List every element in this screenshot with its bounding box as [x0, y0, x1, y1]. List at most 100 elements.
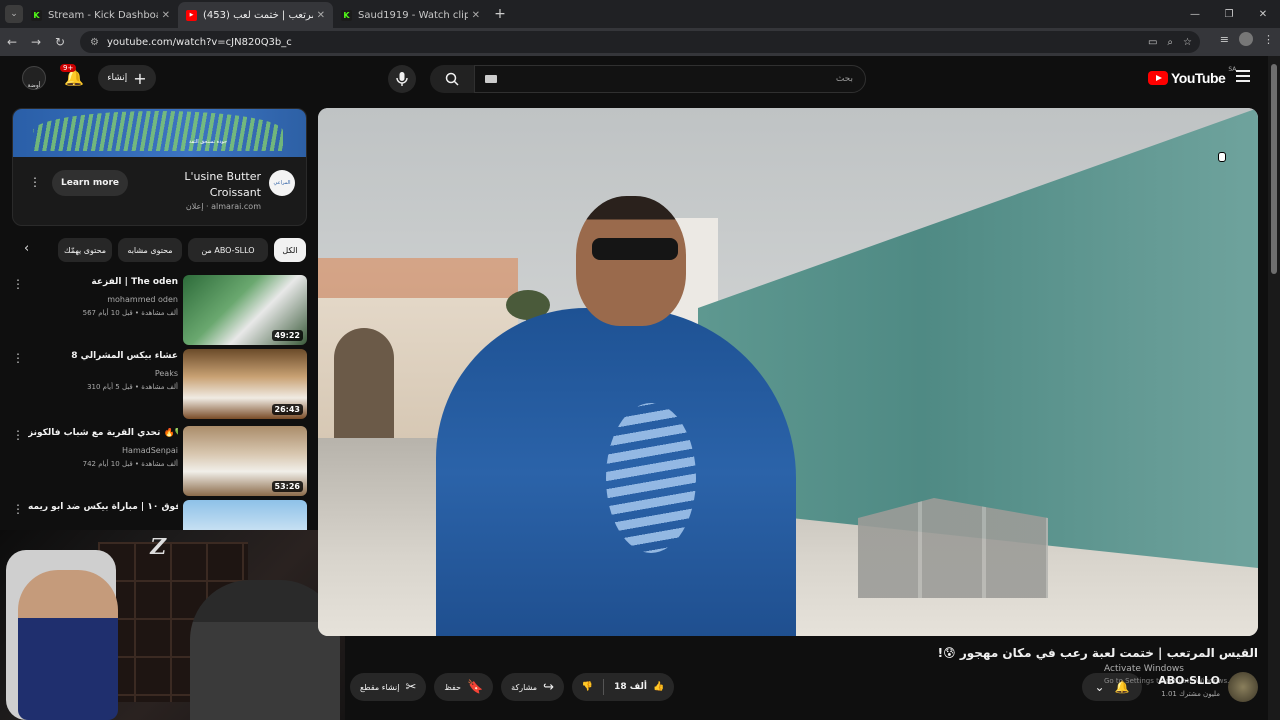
video-actions: إنشاء مقطع ✂ حفظ 🔖 مشاركة ↪ 👎 18 ألف 👍 — [350, 673, 675, 701]
site-info-icon[interactable]: ⚙ — [90, 37, 99, 48]
ad-menu-icon[interactable]: ⋮ — [29, 175, 41, 189]
close-icon[interactable]: ✕ — [162, 10, 170, 21]
mic-icon — [396, 72, 408, 86]
create-button[interactable]: إنشاء + — [98, 65, 156, 91]
ad-advertiser-logo[interactable]: المراعي — [269, 170, 295, 196]
video-title[interactable]: تحدي القرية مع شباب فالكونز 🔥💚 — [28, 428, 178, 438]
search-button[interactable] — [430, 65, 474, 93]
address-bar[interactable]: ⚙ youtube.com/watch?v=cJN820Q3b_c ▭ ⌕ ☆ — [80, 31, 1200, 53]
tab-search-button[interactable]: ⌄ — [5, 5, 23, 23]
channel-name[interactable]: HamadSenpai — [28, 446, 178, 455]
list-item[interactable]: ⋮ الفزعة | The oden mohammed oden 567 أل… — [8, 275, 308, 345]
video-thumbnail[interactable]: 26:43 — [183, 349, 307, 419]
ad-card[interactable]: جودة تستحق الثقة ⋮ Learn more L'usine Bu… — [12, 108, 307, 226]
like-count: 18 ألف — [614, 682, 647, 692]
search-placeholder: بحث — [835, 74, 853, 84]
youtube-logo[interactable]: YouTube SA — [1148, 66, 1236, 86]
more-icon[interactable]: ⋮ — [12, 277, 24, 291]
account-avatar-label: أوضة — [27, 82, 41, 89]
ad-banner-graphic — [33, 111, 283, 151]
profile-avatar[interactable] — [1239, 32, 1253, 46]
ad-title[interactable]: L'usine Butter Croissant — [153, 169, 261, 201]
thumbs-up-icon: 👍 — [652, 682, 665, 692]
window-controls: — ❐ ✕ — [1178, 0, 1280, 28]
chevron-left-icon[interactable]: ‹ — [24, 241, 29, 256]
new-tab-button[interactable]: + — [488, 6, 512, 22]
save-label: حفظ — [444, 682, 461, 692]
bookmark-star-icon[interactable]: ☆ — [1183, 37, 1192, 48]
channel-name[interactable]: Peaks — [28, 369, 178, 378]
search-icon — [445, 72, 459, 86]
reload-icon[interactable]: ↻ — [48, 35, 72, 49]
tab-youtube-video[interactable]: ▶ (453) القيس المرتعب | ختمت لعب ✕ — [178, 2, 333, 28]
tab-title: Stream - Kick Dashboard — [48, 9, 158, 21]
tab-title: (453) القيس المرتعب | ختمت لعب — [203, 9, 313, 21]
learn-more-button[interactable]: Learn more — [52, 170, 128, 196]
voice-search-button[interactable] — [388, 65, 416, 93]
zoom-icon[interactable]: ⌕ — [1167, 37, 1173, 48]
video-title[interactable]: الفزعة | The oden — [28, 277, 178, 287]
chip-all[interactable]: الكل — [274, 238, 306, 262]
tab-kick-dashboard[interactable]: K Stream - Kick Dashboard ✕ — [23, 2, 178, 28]
video-player[interactable] — [318, 108, 1258, 636]
video-title[interactable]: عشاء بيكس المشرالي 8 — [28, 351, 178, 361]
filter-chips: ‹ محتوى يهمّك محتوى مشابه من ABO-SLLO ال… — [18, 238, 308, 262]
keyboard-icon[interactable] — [485, 75, 497, 83]
more-icon[interactable]: ⋮ — [12, 351, 24, 365]
share-button[interactable]: مشاركة ↪ — [501, 673, 564, 701]
close-window-icon[interactable]: ✕ — [1246, 9, 1280, 20]
duration-badge: 49:22 — [271, 330, 303, 341]
page-scrollbar[interactable] — [1268, 56, 1280, 720]
video-frame-glasses — [592, 238, 678, 260]
tab-kick-clips[interactable]: K Saud1919 - Watch clips on Kick ✕ — [333, 2, 488, 28]
more-icon[interactable]: ⋮ — [12, 428, 24, 442]
channel-name[interactable]: mohammed oden — [28, 295, 178, 304]
minimize-icon[interactable]: — — [1178, 9, 1212, 20]
logo-text: YouTube — [1171, 70, 1226, 86]
browser-toolbar: ← → ↻ ⚙ youtube.com/watch?v=cJN820Q3b_c … — [0, 28, 1280, 56]
media-controls-icon[interactable]: ≡ — [1220, 33, 1229, 46]
video-thumbnail[interactable]: 49:22 — [183, 275, 307, 345]
video-title: القيس المرتعب | ختمت لعبة رعب في مكان مه… — [937, 646, 1258, 660]
forward-icon[interactable]: → — [24, 35, 48, 49]
scrollbar-thumb[interactable] — [1271, 64, 1277, 274]
video-frame-blocks — [858, 498, 1048, 598]
share-label: مشاركة — [511, 682, 537, 692]
channel-avatar[interactable] — [1228, 672, 1258, 702]
video-title[interactable]: فوق ١٠ | مباراة بيكس ضد ابو ريمه ⚽ — [28, 502, 178, 512]
cast-icon[interactable]: ▭ — [1148, 37, 1157, 48]
ad-banner[interactable]: جودة تستحق الثقة — [13, 109, 306, 157]
tab-title: Saud1919 - Watch clips on Kick — [358, 9, 468, 21]
chip-relevant[interactable]: محتوى يهمّك — [58, 238, 112, 262]
hamburger-menu-icon[interactable] — [1236, 70, 1250, 82]
ad-logo-text: المراعي — [273, 180, 291, 186]
plus-icon: + — [133, 68, 147, 88]
back-icon[interactable]: ← — [0, 35, 24, 49]
duration-badge: 53:26 — [271, 481, 303, 492]
save-button[interactable]: حفظ 🔖 — [434, 673, 494, 701]
close-icon[interactable]: ✕ — [472, 10, 480, 21]
webcam-overlay: Z — [0, 530, 345, 720]
chip-similar[interactable]: محتوى مشابه — [118, 238, 182, 262]
youtube-header: أوضة 🔔 9+ إنشاء + بحث YouTube SA — [0, 56, 1268, 102]
clip-button[interactable]: إنشاء مقطع ✂ — [350, 673, 427, 701]
mouse-cursor — [1218, 152, 1226, 162]
kick-icon: K — [31, 9, 42, 21]
list-item[interactable]: ⋮ تحدي القرية مع شباب فالكونز 🔥💚 HamadSe… — [8, 426, 308, 496]
video-thumbnail[interactable]: 53:26 — [183, 426, 307, 496]
like-button[interactable]: 18 ألف 👍 — [604, 682, 674, 692]
dislike-button[interactable]: 👎 — [572, 682, 603, 692]
close-icon[interactable]: ✕ — [317, 10, 325, 21]
list-item[interactable]: ⋮ عشاء بيكس المشرالي 8 Peaks 310 ألف مشا… — [8, 349, 308, 419]
notification-badge: 9+ — [60, 64, 77, 72]
more-icon[interactable]: ⋮ — [12, 502, 24, 516]
chip-from-channel[interactable]: من ABO-SLLO — [188, 238, 268, 262]
video-frame-person — [436, 308, 796, 636]
restore-icon[interactable]: ❐ — [1212, 9, 1246, 20]
create-label: إنشاء — [107, 73, 128, 83]
account-avatar[interactable]: أوضة — [22, 66, 46, 90]
video-meta: 567 ألف مشاهدة • قبل 10 أيام — [82, 309, 178, 317]
search-input[interactable]: بحث — [474, 65, 866, 93]
windows-activation-title: Activate Windows — [1104, 664, 1184, 674]
browser-menu-icon[interactable]: ⋮ — [1263, 33, 1274, 46]
